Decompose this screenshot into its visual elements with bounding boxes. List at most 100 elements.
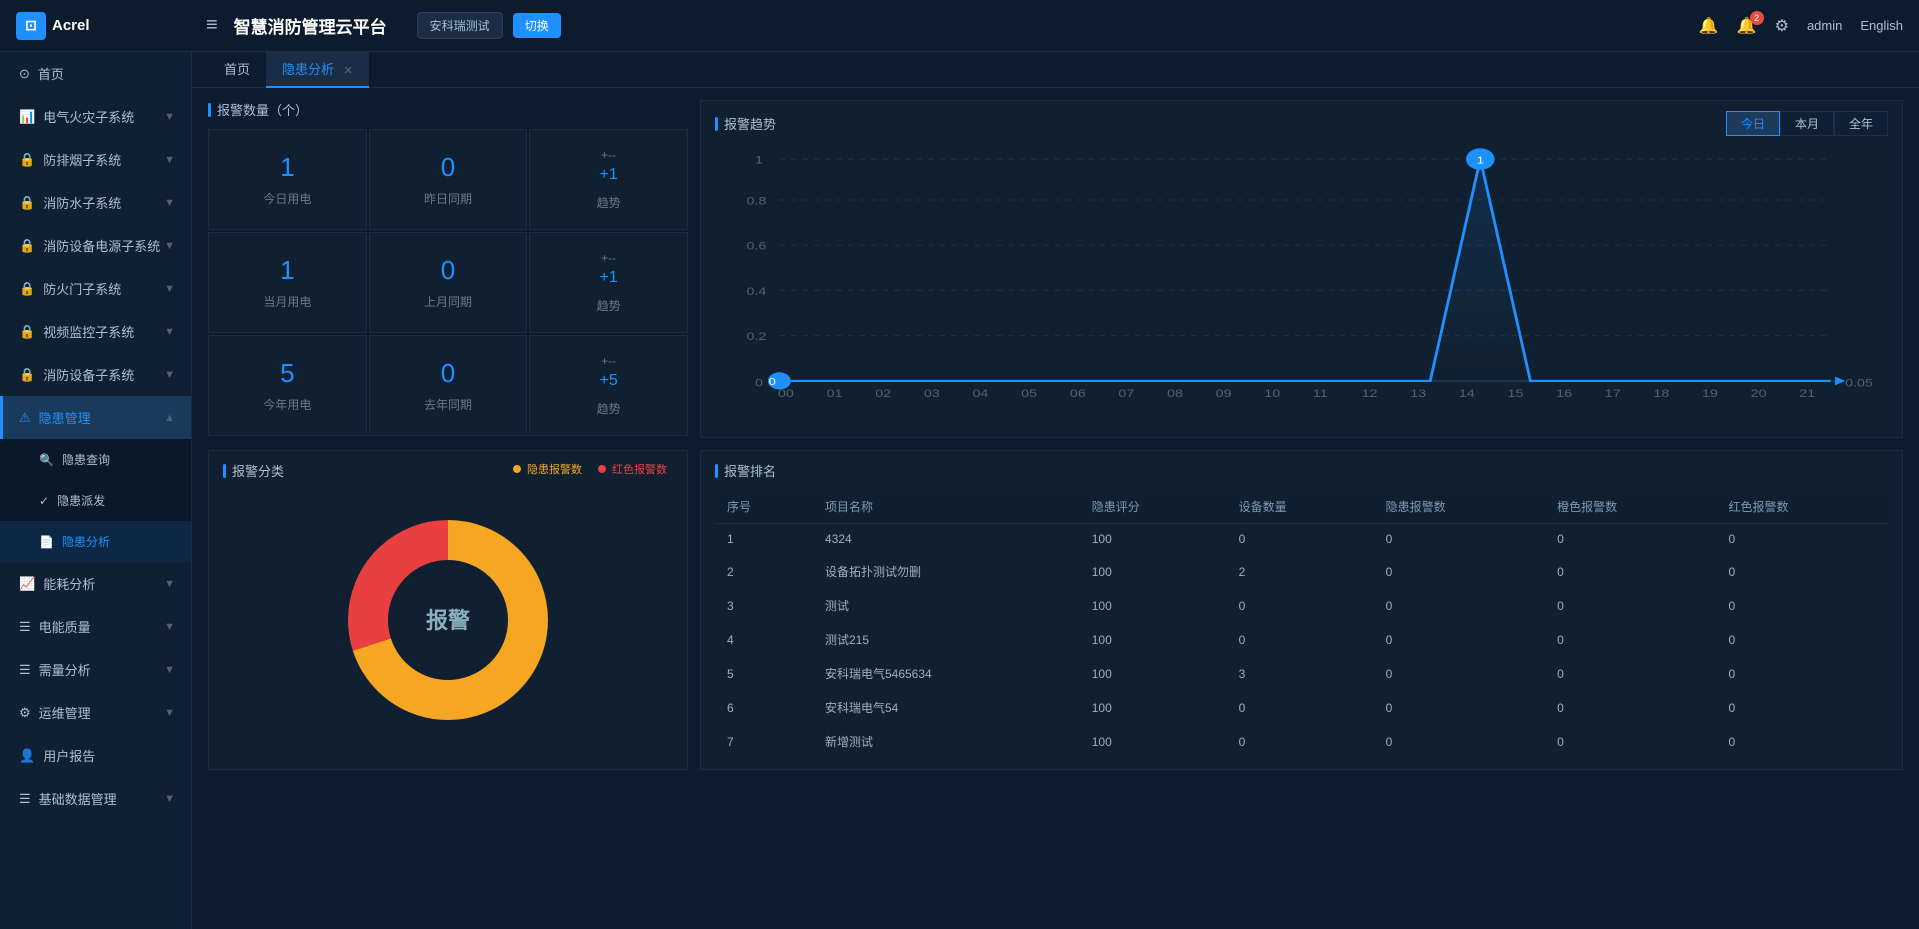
svg-text:0.6: 0.6	[746, 240, 766, 252]
sidebar-item-home[interactable]: ⊙ 首页	[0, 52, 191, 95]
svg-text:0.4: 0.4	[746, 285, 766, 297]
sidebar-label-ops: 运维管理	[39, 703, 164, 722]
cell-hidden-alarms: 0	[1374, 589, 1545, 623]
sidebar-item-electrical-fire[interactable]: 📊 电气火灾子系统 ▼	[0, 95, 191, 138]
btn-year[interactable]: 全年	[1834, 111, 1888, 136]
svg-text:02: 02	[875, 388, 891, 400]
ranking-table: 序号 项目名称 隐患评分 设备数量 隐患报警数 橙色报警数 红色报警数 1	[715, 490, 1888, 759]
notif-badge: 2	[1750, 11, 1764, 25]
menu-icon[interactable]: ≡	[206, 14, 218, 37]
sidebar-label-power: 消防设备电源子系统	[43, 236, 164, 255]
sidebar-item-energy-analysis[interactable]: 📈 能耗分析 ▼	[0, 562, 191, 605]
svg-text:0: 0	[769, 378, 776, 388]
sidebar-item-fire-door[interactable]: 🔒 防火门子系统 ▼	[0, 267, 191, 310]
app-title: 智慧消防管理云平台	[234, 13, 387, 38]
cell-hidden-alarms: 0	[1374, 524, 1545, 555]
sidebar-item-hd-dispatch[interactable]: ✓ 隐患派发	[0, 480, 191, 521]
home-icon: ⊙	[19, 66, 30, 82]
red-alarm-label: 红色报警数	[612, 461, 667, 477]
last-year-value: 0	[441, 358, 455, 389]
main-content: 首页 隐患分析 ✕ 报警数量（个） 1 今	[192, 52, 1919, 929]
alarm-count-title: 报警数量（个）	[208, 100, 688, 119]
demand-icon: ☰	[19, 662, 31, 678]
svg-text:04: 04	[972, 388, 988, 400]
svg-text:08: 08	[1167, 388, 1183, 400]
sidebar-item-fire-equip[interactable]: 🔒 消防设备子系统 ▼	[0, 353, 191, 396]
btn-today[interactable]: 今日	[1726, 111, 1780, 136]
svg-text:05: 05	[1021, 388, 1037, 400]
sidebar-item-smoke[interactable]: 🔒 防排烟子系统 ▼	[0, 138, 191, 181]
tab-close-icon[interactable]: ✕	[344, 65, 353, 77]
project-name: 安科瑞测试	[417, 12, 503, 39]
cell-name: 新增测试	[813, 725, 1080, 759]
col-name: 项目名称	[813, 490, 1080, 524]
cell-red-alarms: 0	[1717, 555, 1889, 589]
sidebar-item-water[interactable]: 🔒 消防水子系统 ▼	[0, 181, 191, 224]
sidebar-item-user-report[interactable]: 👤 用户报告	[0, 734, 191, 777]
sidebar-item-ops[interactable]: ⚙ 运维管理 ▼	[0, 691, 191, 734]
layout: ⊙ 首页 📊 电气火灾子系统 ▼ 🔒 防排烟子系统 ▼ 🔒 消防水子系统 ▼ 🔒…	[0, 52, 1919, 929]
cell-red-alarms: 0	[1717, 691, 1889, 725]
cell-score: 100	[1080, 623, 1227, 657]
stat-card-last-month: 0 上月同期	[369, 232, 528, 333]
trend1-value: +1	[600, 166, 618, 184]
svg-text:15: 15	[1507, 388, 1523, 400]
yesterday-value: 0	[441, 152, 455, 183]
cell-name: 设备拓扑测试勿删	[813, 555, 1080, 589]
cell-hidden-alarms: 0	[1374, 725, 1545, 759]
sidebar-label-base-data: 基础数据管理	[39, 789, 164, 808]
sidebar-label-demand-analysis: 需量分析	[39, 660, 164, 679]
settings-icon[interactable]: ⚙	[1775, 16, 1789, 36]
switch-button[interactable]: 切换	[513, 13, 561, 38]
water-icon: 🔒	[19, 195, 35, 211]
cell-name: 测试215	[813, 623, 1080, 657]
col-seq: 序号	[715, 490, 813, 524]
sidebar-item-power-quality[interactable]: ☰ 电能质量 ▼	[0, 605, 191, 648]
sidebar-label-fire-door: 防火门子系统	[43, 279, 164, 298]
tab-home[interactable]: 首页	[208, 52, 266, 88]
sidebar-label-hd-dispatch: 隐患派发	[57, 492, 175, 509]
svg-text:1: 1	[1477, 156, 1484, 166]
trend2-value: +1	[600, 269, 618, 287]
sidebar-item-base-data[interactable]: ☰ 基础数据管理 ▼	[0, 777, 191, 820]
sidebar-item-cctv[interactable]: 🔒 视频监控子系统 ▼	[0, 310, 191, 353]
sidebar-label-hd-query: 隐患查询	[62, 451, 175, 468]
cell-orange-alarms: 0	[1545, 725, 1716, 759]
col-score: 隐患评分	[1080, 490, 1227, 524]
category-legend: 隐患报警数 红色报警数	[513, 461, 667, 477]
sidebar-item-hd-query[interactable]: 🔍 隐患查询	[0, 439, 191, 480]
today-label: 今日用电	[263, 190, 311, 207]
check-icon: ✓	[39, 494, 49, 508]
trend1-label: 趋势	[597, 194, 621, 211]
trend3-prefix: +--	[601, 354, 616, 368]
sidebar-item-hidden-danger[interactable]: ⚠ 隐患管理 ▲	[0, 396, 191, 439]
stat-card-trend2: +-- +1 趋势	[529, 232, 688, 333]
yesterday-label: 昨日同期	[424, 190, 472, 207]
speaker-icon[interactable]: 🔔	[1699, 16, 1719, 36]
sidebar-item-power[interactable]: 🔒 消防设备电源子系统 ▼	[0, 224, 191, 267]
svg-text:21: 21	[1799, 388, 1815, 400]
svg-text:14: 14	[1459, 388, 1475, 400]
trend-svg: .grid-line { stroke: #1e3050; stroke-das…	[715, 144, 1888, 424]
notification-icon[interactable]: 🔔 2	[1737, 16, 1757, 36]
btn-month[interactable]: 本月	[1780, 111, 1834, 136]
ranking-title: 报警排名	[715, 461, 1888, 480]
svg-text:06: 06	[1070, 388, 1086, 400]
svg-text:0: 0	[755, 377, 763, 389]
cell-orange-alarms: 0	[1545, 623, 1716, 657]
language-label[interactable]: English	[1860, 18, 1903, 33]
cell-name: 安科瑞电气5465634	[813, 657, 1080, 691]
energy-icon: 📈	[19, 576, 35, 592]
stat-card-yesterday: 0 昨日同期	[369, 129, 528, 230]
sidebar-item-demand-analysis[interactable]: ☰ 需量分析 ▼	[0, 648, 191, 691]
cell-orange-alarms: 0	[1545, 589, 1716, 623]
alarm-ranking-panel: 报警排名 序号 项目名称 隐患评分 设备数量 隐患报警数 橙色报警数 红色报	[700, 450, 1903, 770]
table-row: 5 安科瑞电气5465634 100 3 0 0 0	[715, 657, 1888, 691]
svg-text:0.05: 0.05	[1845, 377, 1873, 389]
sidebar-item-hd-analysis[interactable]: 📄 隐患分析	[0, 521, 191, 562]
tab-analysis[interactable]: 隐患分析 ✕	[266, 52, 369, 88]
stat-card-today: 1 今日用电	[208, 129, 367, 230]
cell-seq: 2	[715, 555, 813, 589]
cell-devices: 3	[1227, 657, 1374, 691]
col-red-alarms: 红色报警数	[1717, 490, 1889, 524]
